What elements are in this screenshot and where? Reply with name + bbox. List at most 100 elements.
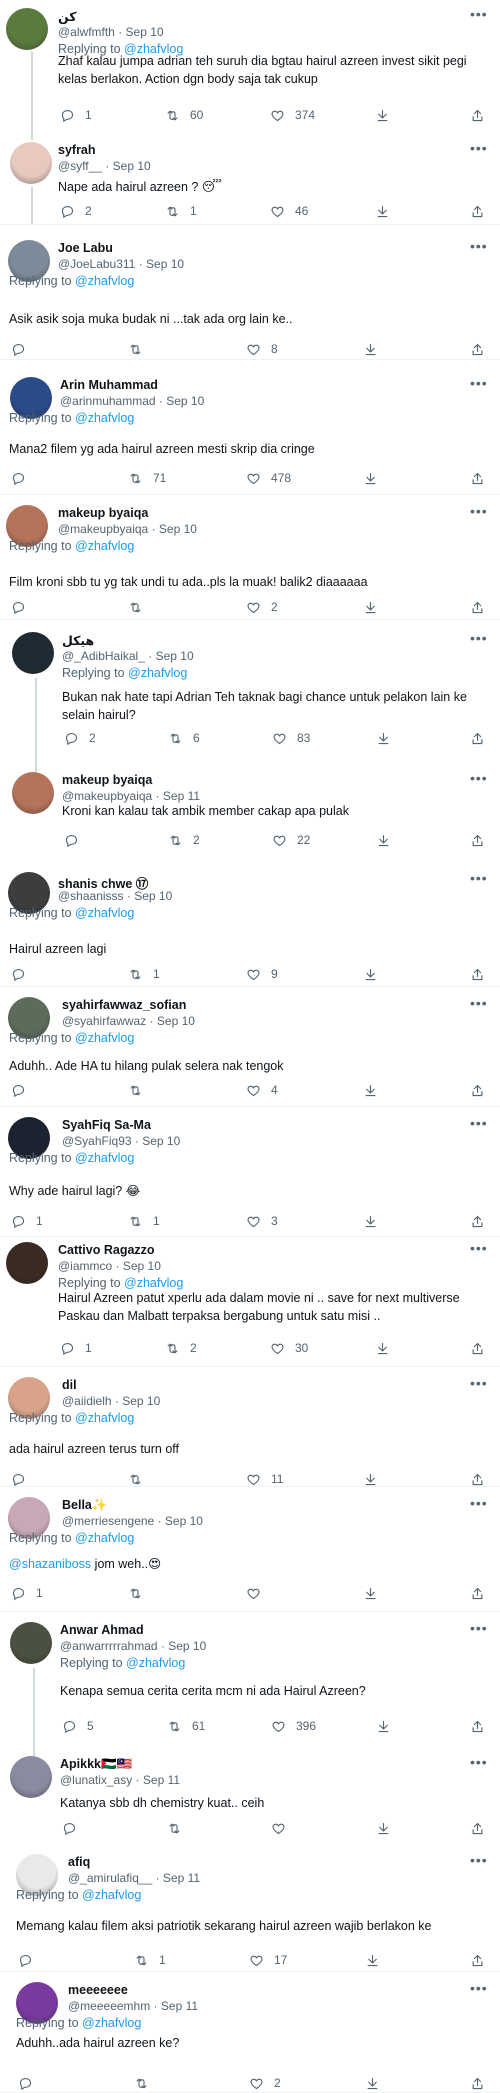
reply-button[interactable] xyxy=(11,1082,36,1098)
avatar[interactable] xyxy=(10,1622,52,1664)
timestamp[interactable]: Sep 10 xyxy=(126,25,164,39)
more-options-icon[interactable]: ••• xyxy=(470,6,488,22)
share-button[interactable] xyxy=(470,1820,485,1836)
timestamp[interactable]: Sep 10 xyxy=(134,889,172,903)
download-button[interactable] xyxy=(363,966,378,982)
like-button[interactable]: 2 xyxy=(249,2075,281,2091)
share-button[interactable] xyxy=(470,470,485,486)
like-button[interactable]: 11 xyxy=(246,1471,283,1487)
tweet[interactable]: syfrah @syff__ · Sep 10 ••• Nape ada hairul… xyxy=(0,125,500,225)
more-options-icon[interactable]: ••• xyxy=(470,870,488,886)
more-options-icon[interactable]: ••• xyxy=(470,630,488,646)
reply-button[interactable]: 1 xyxy=(60,107,92,123)
timestamp[interactable]: Sep 10 xyxy=(157,1014,195,1028)
share-button[interactable] xyxy=(470,730,485,746)
tweet[interactable]: Cattivo Ragazzo @iammco · Sep 10 ••• Replyi… xyxy=(0,1237,500,1367)
share-button[interactable] xyxy=(470,1082,485,1098)
display-name[interactable]: Joe Labu xyxy=(58,241,113,255)
retweet-button[interactable] xyxy=(134,2075,159,2091)
timestamp[interactable]: Sep 10 xyxy=(113,159,151,173)
handle[interactable]: @iammco xyxy=(58,1259,112,1273)
like-button[interactable] xyxy=(271,1820,296,1836)
like-button[interactable]: 4 xyxy=(246,1082,278,1098)
retweet-button[interactable]: 60 xyxy=(165,107,203,123)
more-options-icon[interactable]: ••• xyxy=(470,1754,488,1770)
timestamp[interactable]: Sep 10 xyxy=(166,394,204,408)
more-options-icon[interactable]: ••• xyxy=(470,1240,488,1256)
display-name[interactable]: meeeeeee xyxy=(68,1983,128,1997)
handle[interactable]: @_amirulafiq__ xyxy=(68,1871,152,1885)
more-options-icon[interactable]: ••• xyxy=(470,1620,488,1636)
avatar[interactable] xyxy=(6,1242,48,1284)
display-name[interactable]: Anwar Ahmad xyxy=(60,1623,144,1637)
download-button[interactable] xyxy=(375,107,390,123)
replying-to-handle-link[interactable]: @zhafvlog xyxy=(82,1888,141,1902)
more-options-icon[interactable]: ••• xyxy=(470,1495,488,1511)
display-name[interactable]: Apikkk🇵🇸🇲🇾 xyxy=(60,1757,132,1772)
handle[interactable]: @alwfmfth xyxy=(58,25,115,39)
display-name[interactable]: هيكل xyxy=(62,633,94,648)
replying-to-handle-link[interactable]: @zhafvlog xyxy=(124,1276,183,1290)
timestamp[interactable]: Sep 10 xyxy=(123,1259,161,1273)
replying-to-handle-link[interactable]: @zhafvlog xyxy=(75,274,134,288)
share-button[interactable] xyxy=(470,341,485,357)
handle[interactable]: @aiidielh xyxy=(62,1394,112,1408)
retweet-button[interactable]: 1 xyxy=(128,966,160,982)
more-options-icon[interactable]: ••• xyxy=(470,238,488,254)
display-name[interactable]: كن xyxy=(58,9,77,24)
reply-button[interactable]: 5 xyxy=(62,1718,94,1734)
timestamp[interactable]: Sep 11 xyxy=(163,789,200,803)
timestamp[interactable]: Sep 10 xyxy=(165,1514,203,1528)
tweet[interactable]: makeup byaiqa @makeupbyaiqa · Sep 11 ••• Kr… xyxy=(0,762,500,862)
handle[interactable]: @syahirfawwaz xyxy=(62,1014,146,1028)
retweet-button[interactable]: 71 xyxy=(128,470,166,486)
tweet[interactable]: meeeeeee @meeeeemhm · Sep 11 ••• Replying t… xyxy=(0,1972,500,2093)
tweet[interactable]: syahirfawwaz_sofian @syahirfawwaz · Sep 1… xyxy=(0,987,500,1107)
handle[interactable]: @SyahFiq93 xyxy=(62,1134,132,1148)
reply-button[interactable] xyxy=(11,599,36,615)
like-button[interactable]: 478 xyxy=(246,470,291,486)
tweet[interactable]: shanis chwe ⑰ @shaanisss · Sep 10 ••• Reply… xyxy=(0,862,500,987)
download-button[interactable] xyxy=(363,470,378,486)
reply-button[interactable] xyxy=(11,966,36,982)
retweet-button[interactable]: 2 xyxy=(168,832,200,848)
like-button[interactable]: 22 xyxy=(272,832,310,848)
download-button[interactable] xyxy=(363,1213,378,1229)
retweet-button[interactable] xyxy=(128,341,153,357)
reply-button[interactable]: 2 xyxy=(64,730,96,746)
tweet[interactable]: Arin Muhammad @arinmuhammad · Sep 10 ••• Re… xyxy=(0,360,500,495)
avatar[interactable] xyxy=(12,632,54,674)
display-name[interactable]: Cattivo Ragazzo xyxy=(58,1243,155,1257)
tweet[interactable]: dil @aiidielh · Sep 10 ••• Replying to @zha… xyxy=(0,1367,500,1487)
handle[interactable]: @JoeLabu311 xyxy=(58,257,135,271)
more-options-icon[interactable]: ••• xyxy=(470,1375,488,1391)
replying-to-handle-link[interactable]: @zhafvlog xyxy=(82,2016,141,2030)
more-options-icon[interactable]: ••• xyxy=(470,1980,488,1996)
more-options-icon[interactable]: ••• xyxy=(470,1852,488,1868)
handle[interactable]: @syff__ xyxy=(58,159,102,173)
tweet[interactable]: Bella✨ @merriesengene · Sep 10 ••• Replying… xyxy=(0,1487,500,1612)
download-button[interactable] xyxy=(376,1820,391,1836)
timestamp[interactable]: Sep 10 xyxy=(168,1639,206,1653)
share-button[interactable] xyxy=(470,1471,485,1487)
retweet-button[interactable]: 1 xyxy=(128,1213,160,1229)
download-button[interactable] xyxy=(375,1340,390,1356)
download-button[interactable] xyxy=(365,2075,380,2091)
retweet-button[interactable] xyxy=(128,1471,153,1487)
reply-button[interactable]: 1 xyxy=(11,1585,43,1601)
like-button[interactable]: 30 xyxy=(270,1340,308,1356)
reply-button[interactable]: 1 xyxy=(60,1340,92,1356)
reply-button[interactable]: 2 xyxy=(60,203,92,219)
handle[interactable]: @merriesengene xyxy=(62,1514,154,1528)
replying-to-handle-link[interactable]: @zhafvlog xyxy=(128,666,187,680)
download-button[interactable] xyxy=(375,203,390,219)
share-button[interactable] xyxy=(470,966,485,982)
reply-button[interactable] xyxy=(18,1952,43,1968)
handle[interactable]: @arinmuhammad xyxy=(60,394,156,408)
timestamp[interactable]: Sep 11 xyxy=(143,1773,180,1787)
retweet-button[interactable]: 1 xyxy=(134,1952,166,1968)
display-name[interactable]: dil xyxy=(62,1378,77,1392)
timestamp[interactable]: Sep 10 xyxy=(122,1394,160,1408)
retweet-button[interactable] xyxy=(128,599,153,615)
retweet-button[interactable]: 6 xyxy=(168,730,200,746)
